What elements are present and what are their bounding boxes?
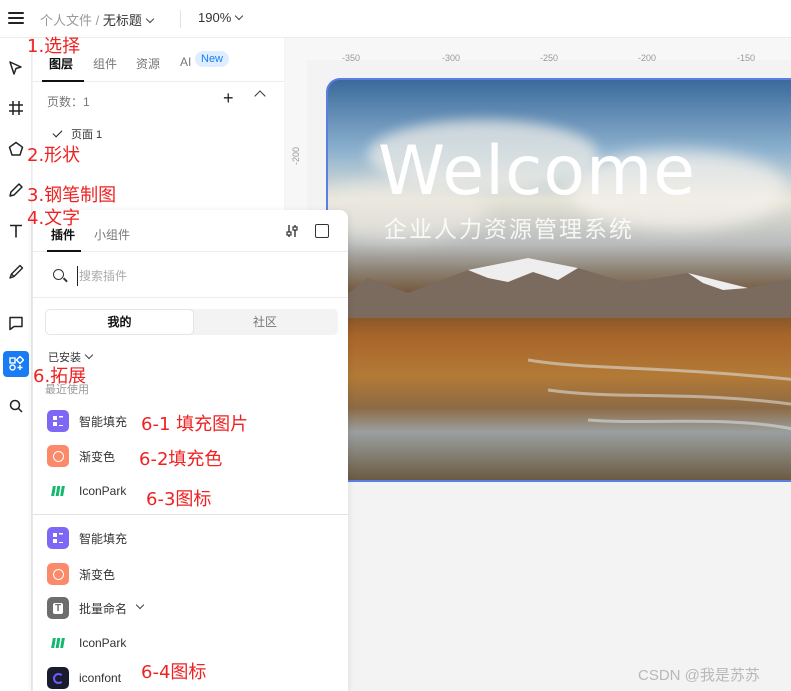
ruler-tick: -150: [737, 53, 756, 63]
text-tool-icon[interactable]: [3, 218, 29, 244]
chevron-down-icon: [235, 11, 244, 21]
ruler-tick: -200: [638, 53, 657, 63]
plugin-label: 智能填充: [79, 414, 128, 429]
chevron-down-icon[interactable]: [145, 14, 155, 24]
shape-tool-icon[interactable]: [3, 136, 29, 162]
batch-rename-icon: T: [47, 597, 69, 619]
gradient-icon: [47, 563, 69, 585]
add-page-icon[interactable]: +: [223, 88, 234, 109]
plugin-item-gradient[interactable]: 渐变色: [47, 562, 115, 586]
plugin-item-smart-fill[interactable]: 智能填充: [47, 526, 127, 550]
tab-assets[interactable]: 资源: [136, 55, 160, 72]
breadcrumb: 个人文件 / 无标题: [40, 10, 155, 29]
plugin-item-smart-fill[interactable]: 智能填充: [47, 409, 127, 433]
plugin-item-iconpark[interactable]: IconPark: [47, 631, 126, 655]
plugins-tabs: 插件 小组件: [33, 210, 348, 252]
ruler-tick: -250: [540, 53, 559, 63]
annotation-extend: 6.拓展: [33, 366, 87, 387]
annotation-fill-image: 6-1 填充图片: [141, 414, 249, 435]
active-tab-indicator: [42, 80, 84, 82]
hero-title: Welcome: [378, 132, 697, 211]
new-badge: New: [195, 51, 230, 67]
collapse-panel-icon[interactable]: [315, 224, 329, 238]
search-tool-icon[interactable]: [3, 393, 29, 419]
active-tab-indicator: [47, 250, 81, 252]
iconpark-icon: [47, 632, 69, 654]
annotation-fill-color: 6-2填充色: [139, 449, 223, 470]
canvas[interactable]: -350 -300 -250 -200 -150 -200 Welcome 企业…: [285, 38, 791, 691]
iconfont-icon: [47, 667, 69, 689]
smart-fill-icon: [47, 410, 69, 432]
plugins-tool-icon[interactable]: [3, 351, 29, 377]
plugin-item-gradient[interactable]: 渐变色: [47, 444, 115, 468]
check-icon: [52, 127, 63, 138]
plugin-item-iconpark[interactable]: IconPark: [47, 479, 126, 503]
menu-icon[interactable]: [6, 8, 26, 28]
divider: [180, 10, 181, 28]
river: [528, 358, 791, 431]
plugin-search: [33, 253, 348, 298]
annotation-select: 1.选择: [27, 36, 81, 57]
plugin-label: 渐变色: [79, 449, 116, 464]
annotation-icon-a: 6-3图标: [146, 489, 212, 510]
plugin-label: 智能填充: [79, 531, 128, 546]
tab-widgets[interactable]: 小组件: [94, 226, 130, 243]
file-name[interactable]: 无标题: [103, 13, 142, 28]
chevron-down-icon[interactable]: [135, 600, 145, 610]
brush-tool-icon[interactable]: [3, 259, 29, 285]
segment-control: 我的 社区: [45, 309, 338, 335]
top-bar: 个人文件 / 无标题 190%: [0, 0, 791, 38]
ruler-tick: -300: [442, 53, 461, 63]
ruler-tick: -200: [291, 146, 301, 165]
frame-tool-icon[interactable]: [3, 95, 29, 121]
plugin-label: 批量命名: [79, 601, 128, 616]
gradient-icon: [47, 445, 69, 467]
plugin-label: 渐变色: [79, 567, 116, 582]
segment-community[interactable]: 社区: [193, 310, 337, 334]
chevron-up-icon[interactable]: [254, 90, 266, 102]
plugin-label: iconfont: [79, 671, 122, 685]
divider: [33, 514, 348, 515]
zoom-dropdown[interactable]: 190%: [198, 10, 244, 25]
tab-components[interactable]: 组件: [93, 55, 117, 72]
settings-sliders-icon[interactable]: [285, 224, 299, 241]
comment-tool-icon[interactable]: [3, 310, 29, 336]
watermark: CSDN @我是苏苏: [638, 667, 760, 684]
annotation-shape: 2.形状: [27, 145, 81, 166]
plugin-item-iconfont[interactable]: iconfont: [47, 666, 121, 690]
segment-mine[interactable]: 我的: [46, 310, 193, 334]
hero-image-frame[interactable]: Welcome 企业人力资源管理系统: [326, 78, 791, 482]
page-item-label: 页面 1: [71, 129, 103, 141]
plugin-item-batch-rename[interactable]: T 批量命名: [47, 596, 145, 620]
ruler-tick: -350: [342, 53, 361, 63]
select-tool-icon[interactable]: [3, 55, 29, 81]
page-count: 页数：1: [47, 95, 90, 109]
annotation-text: 4.文字: [27, 208, 81, 229]
tool-bar: [0, 38, 32, 691]
hero-subtitle: 企业人力资源管理系统: [384, 216, 634, 242]
smart-fill-icon: [47, 527, 69, 549]
plugin-label: IconPark: [79, 484, 127, 498]
mountain-range: [328, 258, 791, 318]
zoom-value: 190%: [198, 10, 232, 25]
pen-tool-icon[interactable]: [3, 177, 29, 203]
annotation-icon-b: 6-4图标: [141, 662, 207, 683]
page-item[interactable]: 页面 1: [52, 126, 103, 142]
search-icon: [53, 269, 64, 280]
breadcrumb-path[interactable]: 个人文件 /: [40, 13, 99, 28]
plugin-label: IconPark: [79, 636, 127, 650]
iconpark-icon: [47, 480, 69, 502]
tab-ai[interactable]: AI: [180, 55, 191, 69]
search-input[interactable]: [77, 266, 317, 286]
chevron-down-icon: [84, 350, 94, 360]
ruler-horizontal: -350 -300 -250 -200 -150: [285, 38, 791, 63]
